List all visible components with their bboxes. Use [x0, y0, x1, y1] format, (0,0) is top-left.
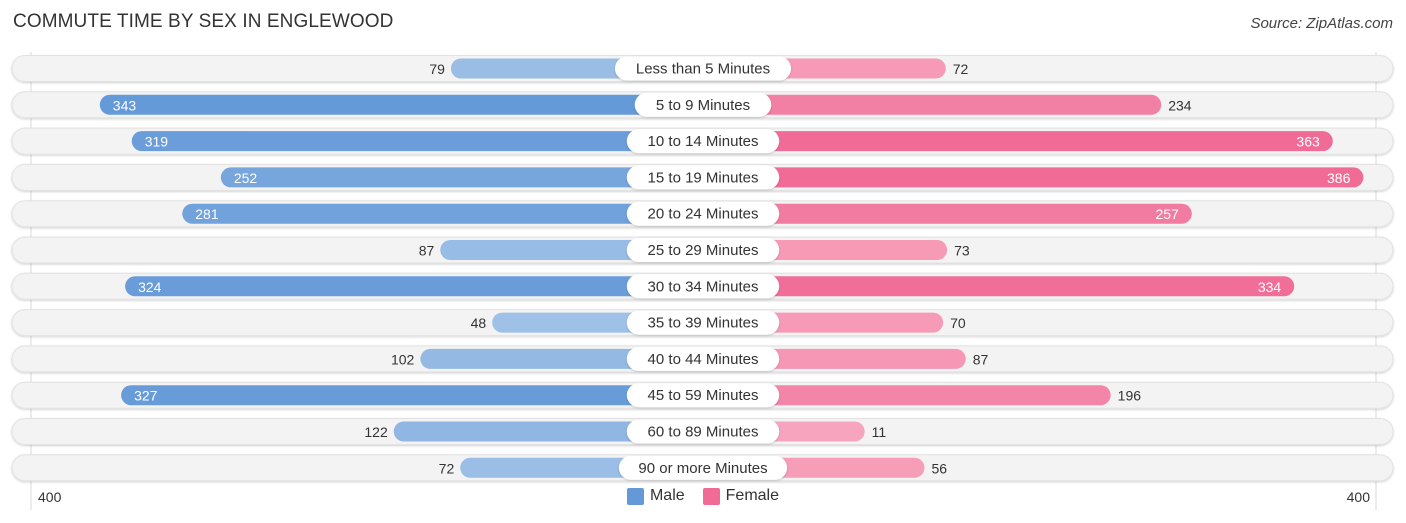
- category-label: 10 to 14 Minutes: [648, 133, 759, 150]
- value-label-female: 73: [954, 243, 970, 259]
- legend-item-female[interactable]: Female: [702, 487, 780, 505]
- chart-row: 281 257 20 to 24 Minutes: [11, 200, 1394, 228]
- category-label: 90 or more Minutes: [638, 460, 767, 477]
- bar-female[interactable]: [703, 94, 1162, 115]
- value-label-male: 48: [471, 315, 487, 331]
- category-label: 40 to 44 Minutes: [648, 351, 759, 368]
- chart-row: 48 70 35 to 39 Minutes: [11, 309, 1394, 337]
- bar-male[interactable]: [131, 131, 704, 152]
- value-label-male: 102: [391, 351, 415, 367]
- value-label-female: 56: [931, 460, 947, 476]
- value-label-female: 11: [872, 424, 887, 440]
- chart-row: 252 386 15 to 19 Minutes: [11, 163, 1394, 191]
- category-label: 45 to 59 Minutes: [648, 387, 759, 404]
- category-label: 15 to 19 Minutes: [648, 169, 759, 186]
- chart-row: 327 196 45 to 59 Minutes: [11, 381, 1394, 409]
- bar-female[interactable]: [703, 276, 1295, 297]
- chart-row: 87 73 25 to 29 Minutes: [11, 236, 1394, 264]
- category-label: 5 to 9 Minutes: [656, 97, 750, 114]
- legend-swatch-male: [626, 487, 644, 505]
- chart-row: 343 234 5 to 9 Minutes: [11, 91, 1394, 119]
- chart-svg: 79 72 Less than 5 Minutes 343 234 5 to 9 Minu…: [11, 52, 1394, 510]
- category-label: Less than 5 Minutes: [636, 61, 770, 78]
- legend: Male Female: [0, 487, 1406, 505]
- legend-label-female: Female: [725, 487, 780, 504]
- value-label-male: 319: [145, 134, 169, 150]
- value-label-male: 87: [419, 243, 435, 259]
- bar-male[interactable]: [182, 203, 703, 224]
- value-label-female: 386: [1327, 170, 1351, 186]
- bar-female[interactable]: [703, 167, 1364, 188]
- value-label-male: 79: [429, 61, 445, 77]
- value-label-male: 72: [439, 460, 455, 476]
- value-label-female: 70: [950, 315, 966, 331]
- value-label-female: 72: [953, 61, 969, 77]
- category-label: 30 to 34 Minutes: [648, 278, 759, 295]
- value-label-male: 343: [113, 97, 137, 113]
- category-label: 25 to 29 Minutes: [648, 242, 759, 259]
- chart-row: 79 72 Less than 5 Minutes: [11, 55, 1394, 82]
- category-label: 35 to 39 Minutes: [648, 315, 759, 332]
- value-label-female: 196: [1118, 388, 1142, 404]
- chart-row: 122 11 60 to 89 Minutes: [11, 418, 1394, 445]
- value-label-female: 234: [1168, 97, 1192, 113]
- value-label-female: 87: [973, 351, 989, 367]
- bar-male[interactable]: [99, 94, 703, 115]
- bar-female[interactable]: [703, 131, 1333, 152]
- category-label: 20 to 24 Minutes: [648, 206, 759, 223]
- legend-label-male: Male: [649, 487, 685, 504]
- value-label-male: 327: [134, 388, 158, 404]
- value-label-female: 257: [1155, 206, 1179, 222]
- legend-swatch-female: [702, 487, 720, 505]
- value-label-female: 363: [1296, 134, 1320, 150]
- legend-item-male[interactable]: Male: [626, 487, 685, 505]
- value-label-male: 252: [234, 170, 258, 186]
- chart-row: 324 334 30 to 34 Minutes: [11, 272, 1394, 300]
- value-label-male: 281: [195, 206, 219, 222]
- chart-row: 102 87 40 to 44 Minutes: [11, 345, 1394, 373]
- chart-row: 319 363 10 to 14 Minutes: [11, 127, 1394, 155]
- category-label: 60 to 89 Minutes: [648, 424, 759, 441]
- bar-male[interactable]: [121, 385, 704, 406]
- value-label-male: 324: [138, 279, 162, 295]
- value-label-female: 334: [1258, 279, 1282, 295]
- chart-row: 72 56 90 or more Minutes: [11, 454, 1394, 482]
- bar-male[interactable]: [125, 276, 703, 297]
- value-label-male: 122: [364, 424, 388, 440]
